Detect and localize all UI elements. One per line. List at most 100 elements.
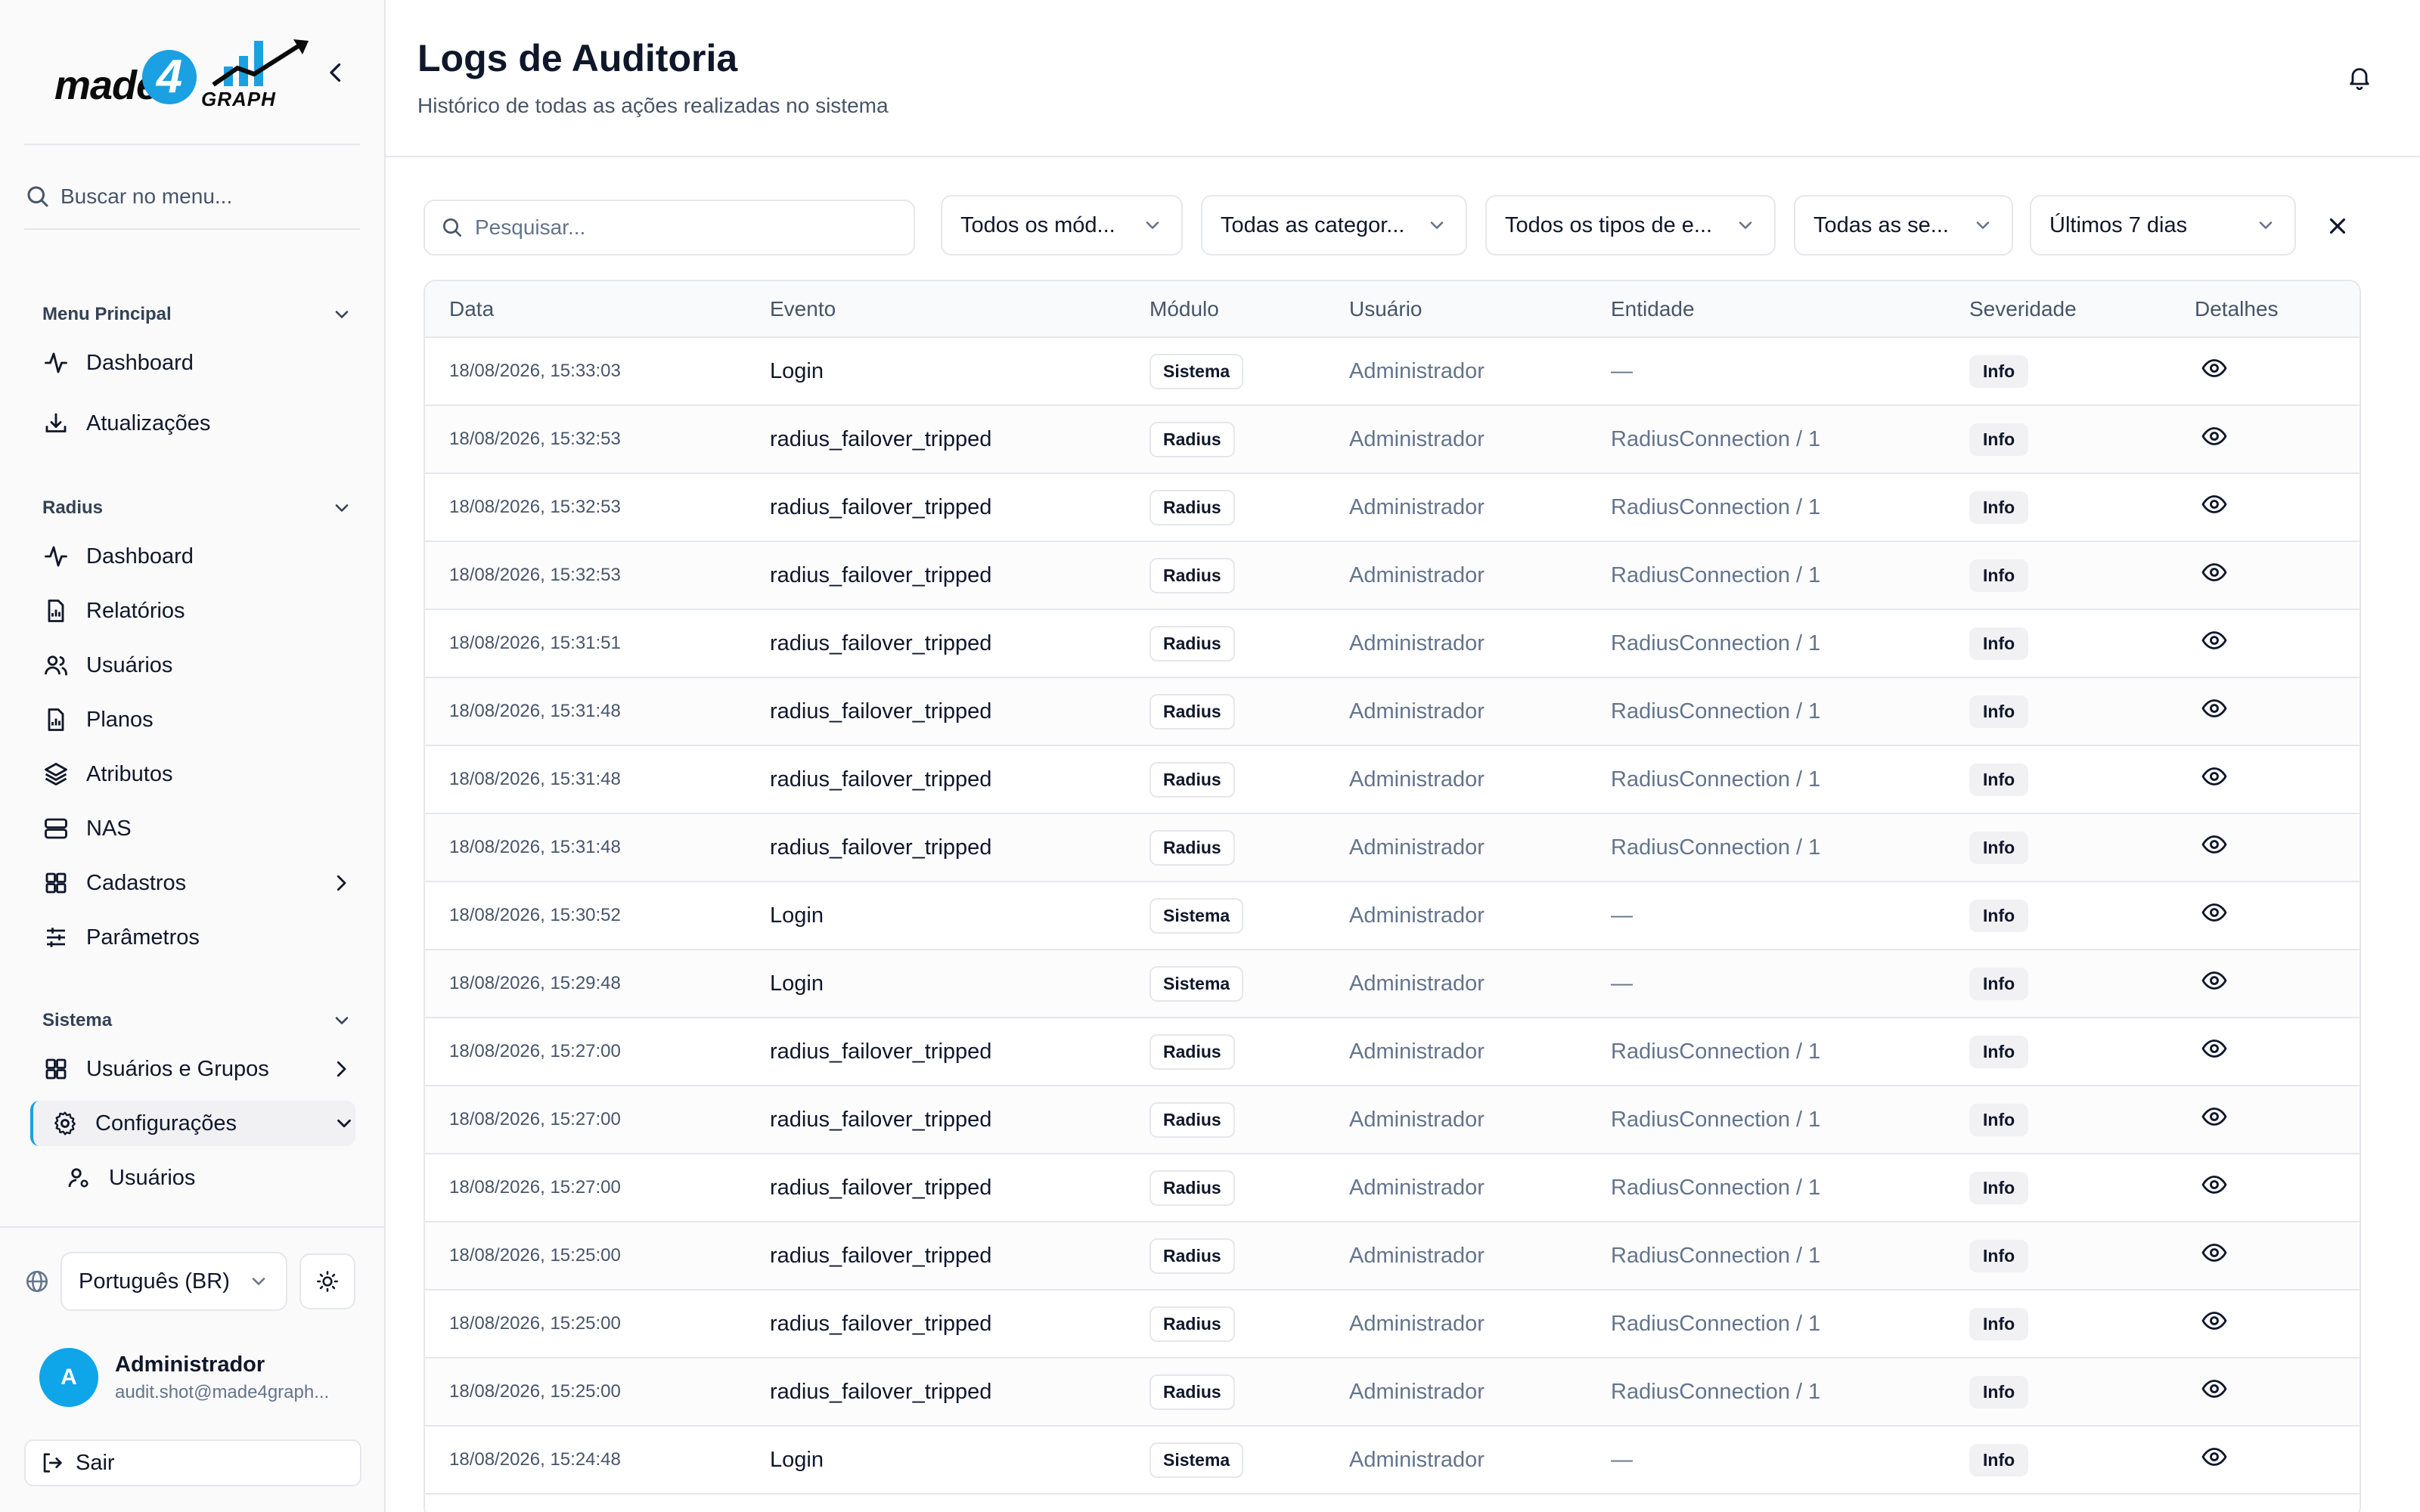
eye-icon[interactable] xyxy=(2201,1375,2228,1402)
category-filter-select[interactable]: Todas as categor... xyxy=(1201,195,1467,256)
search-box[interactable] xyxy=(424,200,915,256)
table-row[interactable]: 18/08/2026, 15:27:00 radius_failover_trip… xyxy=(425,1086,2360,1154)
eye-icon[interactable] xyxy=(2201,695,2228,722)
grid-icon xyxy=(45,1058,67,1080)
search-input[interactable] xyxy=(475,215,898,240)
column-header[interactable]: Módulo xyxy=(1125,281,1325,338)
column-header[interactable]: Usuário xyxy=(1325,281,1587,338)
column-header[interactable]: Evento xyxy=(746,281,1125,338)
nav-item-usuarios-e-grupos[interactable]: Usuários e Grupos xyxy=(42,1046,352,1092)
table-row[interactable]: 18/08/2026, 15:25:00 radius_failover_trip… xyxy=(425,1358,2360,1426)
bell-icon[interactable] xyxy=(2346,64,2373,91)
eye-icon[interactable] xyxy=(2201,1103,2228,1130)
column-header[interactable]: Data xyxy=(425,281,746,338)
eye-icon[interactable] xyxy=(2201,1171,2228,1198)
nav-label: Atributos xyxy=(86,761,173,786)
logout-button[interactable]: Sair xyxy=(24,1439,361,1486)
table-row[interactable]: 18/08/2026, 15:31:51 radius_failover_trip… xyxy=(425,609,2360,677)
date-cell: 18/08/2026, 15:32:53 xyxy=(449,429,621,449)
nav-label: Parâmetros xyxy=(86,925,200,950)
column-header[interactable]: Severidade xyxy=(1945,281,2170,338)
table-row[interactable]: 18/08/2026, 15:25:00 radius_failover_trip… xyxy=(425,1222,2360,1290)
table-row[interactable]: 18/08/2026, 15:32:53 radius_failover_trip… xyxy=(425,405,2360,473)
nav-item-dashboard[interactable]: Dashboard xyxy=(42,340,352,386)
severity-cell: Info xyxy=(1945,541,2170,609)
chevron-right-icon xyxy=(337,875,346,891)
nav-item-cadastros[interactable]: Cadastros xyxy=(42,860,352,906)
menu-search[interactable] xyxy=(24,174,361,219)
nav-item-nas[interactable]: NAS xyxy=(42,806,352,851)
entity-cell: RadiusConnection / 1 xyxy=(1611,494,1821,519)
user-cell: Administrador xyxy=(1349,835,1485,860)
eye-icon[interactable] xyxy=(2201,1307,2228,1334)
table-row[interactable]: 18/08/2026, 15:25:00 radius_failover_trip… xyxy=(425,1290,2360,1358)
nav-item-radius-dashboard[interactable]: Dashboard xyxy=(42,534,352,579)
column-header[interactable]: Detalhes xyxy=(2170,281,2360,338)
severity-badge: Info xyxy=(1969,627,2029,660)
user-cell: Administrador xyxy=(1349,562,1485,587)
language-select[interactable]: Português (BR) xyxy=(60,1252,287,1311)
nav-item-usuarios[interactable]: Usuários xyxy=(42,643,352,688)
current-user[interactable]: A Administrador audit.shot@made4graph... xyxy=(39,1344,357,1411)
theme-toggle-button[interactable] xyxy=(299,1253,355,1309)
event-cell: radius_failover_tripped xyxy=(770,494,992,519)
nav-item-relatorios[interactable]: Relatórios xyxy=(42,588,352,634)
table-row[interactable]: 18/08/2026, 15:32:53 radius_failover_trip… xyxy=(425,473,2360,541)
module-filter-select[interactable]: Todos os mód... xyxy=(941,195,1183,256)
details-cell xyxy=(2170,1358,2360,1426)
table-row[interactable]: 18/08/2026, 15:31:48 radius_failover_trip… xyxy=(425,813,2360,881)
eye-icon[interactable] xyxy=(2201,763,2228,790)
module-badge: Radius xyxy=(1150,693,1235,730)
user-cell: Administrador xyxy=(1349,1311,1485,1336)
table-row[interactable]: 18/08/2026, 15:31:48 radius_failover_trip… xyxy=(425,677,2360,745)
divider xyxy=(24,144,360,145)
nav-label: Configurações xyxy=(95,1111,237,1136)
table-row[interactable]: 18/08/2026, 15:27:00 radius_failover_trip… xyxy=(425,1154,2360,1222)
logo-four: 4 xyxy=(142,50,197,104)
table-row[interactable]: 18/08/2026, 15:33:03 Login Sistema Administ… xyxy=(425,337,2360,405)
eye-icon[interactable] xyxy=(2201,627,2228,654)
module-cell: Radius xyxy=(1125,813,1325,881)
section-sistema[interactable]: Sistema xyxy=(42,1005,352,1036)
user-cell: Administrador xyxy=(1349,1107,1485,1132)
table-row[interactable]: 18/08/2026, 15:30:52 Login Sistema Administ… xyxy=(425,881,2360,950)
eye-icon[interactable] xyxy=(2201,831,2228,858)
column-header[interactable]: Entidade xyxy=(1587,281,1945,338)
section-radius[interactable]: Radius xyxy=(42,493,352,523)
table-row[interactable]: 18/08/2026, 15:27:00 radius_failover_trip… xyxy=(425,1018,2360,1086)
nav-subitem-usuarios[interactable]: Usuários xyxy=(65,1155,352,1201)
table-row[interactable]: 18/08/2026, 15:24:48 Login Sistema Administ… xyxy=(425,1426,2360,1494)
eye-icon[interactable] xyxy=(2201,1443,2228,1470)
eye-icon[interactable] xyxy=(2201,559,2228,586)
event-cell: Login xyxy=(770,971,824,996)
date-cell: 18/08/2026, 15:32:53 xyxy=(449,565,621,585)
collapse-sidebar-icon[interactable] xyxy=(322,59,349,86)
chevron-down-icon xyxy=(1430,222,1444,229)
nav-item-atualizacoes[interactable]: Atualizações xyxy=(42,401,352,446)
table-row[interactable]: 18/08/2026, 15:29:48 Login Sistema Administ… xyxy=(425,950,2360,1018)
module-badge: Radius xyxy=(1150,1101,1235,1138)
eye-icon[interactable] xyxy=(2201,967,2228,994)
nav-item-configuracoes[interactable]: Configurações xyxy=(30,1101,355,1146)
eye-icon[interactable] xyxy=(2201,1035,2228,1062)
period-filter-select[interactable]: Últimos 7 dias xyxy=(2030,195,2296,256)
eye-icon[interactable] xyxy=(2201,1239,2228,1266)
eye-icon[interactable] xyxy=(2201,899,2228,926)
table-row[interactable]: 18/08/2026, 15:31:48 radius_failover_trip… xyxy=(425,745,2360,813)
event-type-filter-select[interactable]: Todos os tipos de e... xyxy=(1485,195,1776,256)
event-cell: radius_failover_tripped xyxy=(770,1243,992,1268)
nav-item-atributos[interactable]: Atributos xyxy=(42,751,352,797)
severity-filter-select[interactable]: Todas as se... xyxy=(1794,195,2013,256)
date-cell: 18/08/2026, 15:33:03 xyxy=(449,361,621,381)
section-menu-principal[interactable]: Menu Principal xyxy=(42,299,352,330)
table-row[interactable]: 18/08/2026, 15:32:53 radius_failover_trip… xyxy=(425,541,2360,609)
clear-filters-icon[interactable] xyxy=(2325,213,2350,239)
nav-item-planos[interactable]: Planos xyxy=(42,697,352,742)
eye-icon[interactable] xyxy=(2201,491,2228,518)
event-cell: radius_failover_tripped xyxy=(770,835,992,860)
eye-icon[interactable] xyxy=(2201,423,2228,450)
eye-icon[interactable] xyxy=(2201,355,2228,382)
nav-label: Usuários xyxy=(86,652,173,677)
menu-search-input[interactable] xyxy=(60,184,348,209)
nav-item-parametros[interactable]: Parâmetros xyxy=(42,915,352,960)
